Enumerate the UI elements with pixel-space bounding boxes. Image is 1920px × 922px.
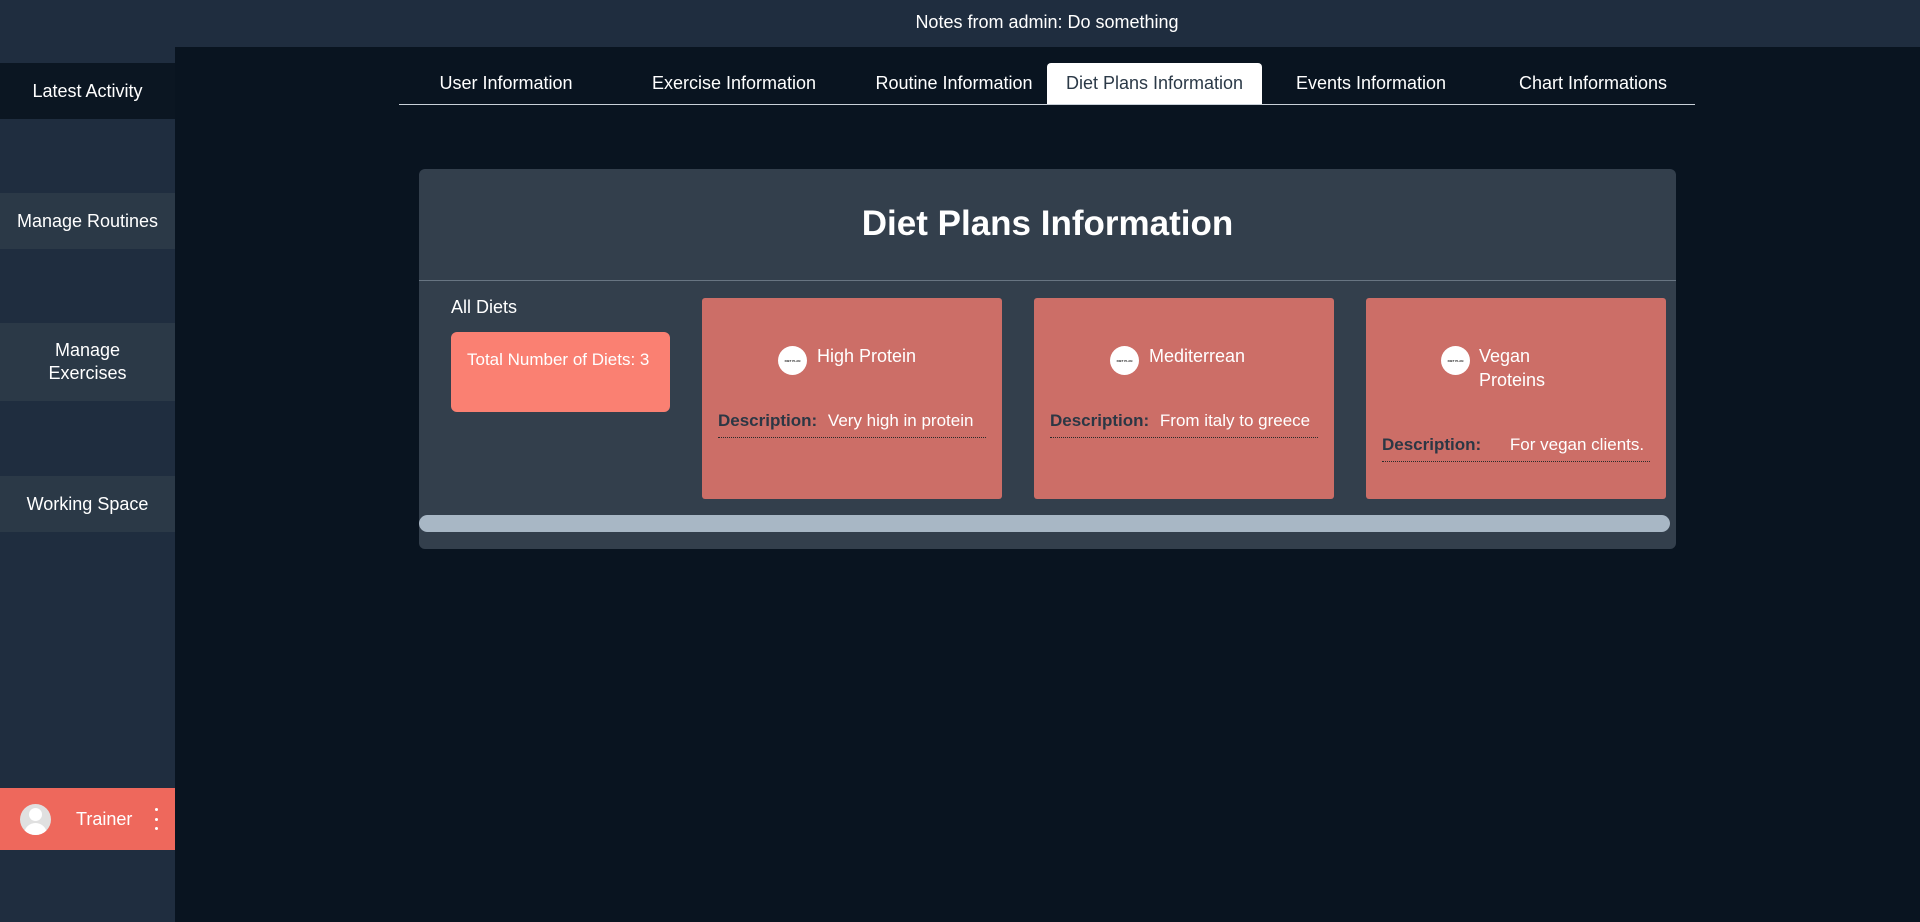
tab-events-information[interactable]: Events Information — [1267, 63, 1475, 104]
diet-description: Description: From italy to greece — [1050, 411, 1318, 438]
sidebar-item-manage-routines[interactable]: Manage Routines — [0, 193, 175, 249]
description-label: Description: — [1050, 411, 1150, 430]
diet-description: Description: Very high in protein — [718, 411, 986, 438]
vertical-dots-icon[interactable] — [150, 808, 162, 830]
diet-plan-logo-icon: DIET PLAN — [1110, 346, 1139, 375]
sidebar: Latest Activity Manage Routines Manage E… — [0, 47, 175, 922]
description-value: For vegan clients. — [1509, 435, 1645, 454]
tab-bar: User Information Exercise Information Ro… — [399, 63, 1695, 105]
diet-description: Description: For vegan clients. — [1382, 435, 1650, 462]
total-diets-count: Total Number of Diets: 3 — [451, 332, 670, 412]
horizontal-scrollbar[interactable] — [419, 515, 1670, 532]
user-profile[interactable]: Trainer — [0, 788, 175, 850]
diet-name: High Protein — [817, 346, 917, 366]
admin-note: Notes from admin: Do something — [915, 12, 1179, 32]
tab-routine-information[interactable]: Routine Information — [849, 63, 1059, 104]
user-name: Trainer — [76, 809, 133, 829]
diet-name: Vegan Proteins — [1479, 346, 1546, 390]
tab-user-information[interactable]: User Information — [407, 63, 605, 104]
top-bar: Notes from admin: Do something — [0, 0, 1920, 47]
all-diets-label: All Diets — [451, 297, 518, 317]
diet-card-mediterrean[interactable]: DIET PLAN Mediterrean Description: From … — [1034, 298, 1334, 499]
tab-chart-informations[interactable]: Chart Informations — [1489, 63, 1697, 104]
description-label: Description: — [1382, 435, 1482, 454]
user-avatar-icon — [20, 804, 51, 835]
description-value: From italy to greece — [1159, 411, 1311, 430]
description-value: Very high in protein — [827, 411, 974, 430]
diet-card-high-protein[interactable]: DIET PLAN High Protein Description: Very… — [702, 298, 1002, 499]
diet-name: Mediterrean — [1149, 346, 1246, 366]
tab-diet-plans-information[interactable]: Diet Plans Information — [1047, 63, 1262, 104]
sidebar-item-working-space[interactable]: Working Space — [0, 476, 175, 532]
tab-exercise-information[interactable]: Exercise Information — [621, 63, 847, 104]
panel-title: Diet Plans Information — [419, 169, 1676, 281]
description-label: Description: — [718, 411, 818, 430]
sidebar-item-latest-activity[interactable]: Latest Activity — [0, 63, 175, 119]
diet-plans-panel: Diet Plans Information All Diets Total N… — [419, 169, 1676, 549]
diet-card-vegan-proteins[interactable]: DIET PLAN Vegan Proteins Description: Fo… — [1366, 298, 1666, 499]
sidebar-item-manage-exercises[interactable]: Manage Exercises — [0, 323, 175, 401]
diet-plan-logo-icon: DIET PLAN — [778, 346, 807, 375]
diet-plan-logo-icon: DIET PLAN — [1441, 346, 1470, 375]
